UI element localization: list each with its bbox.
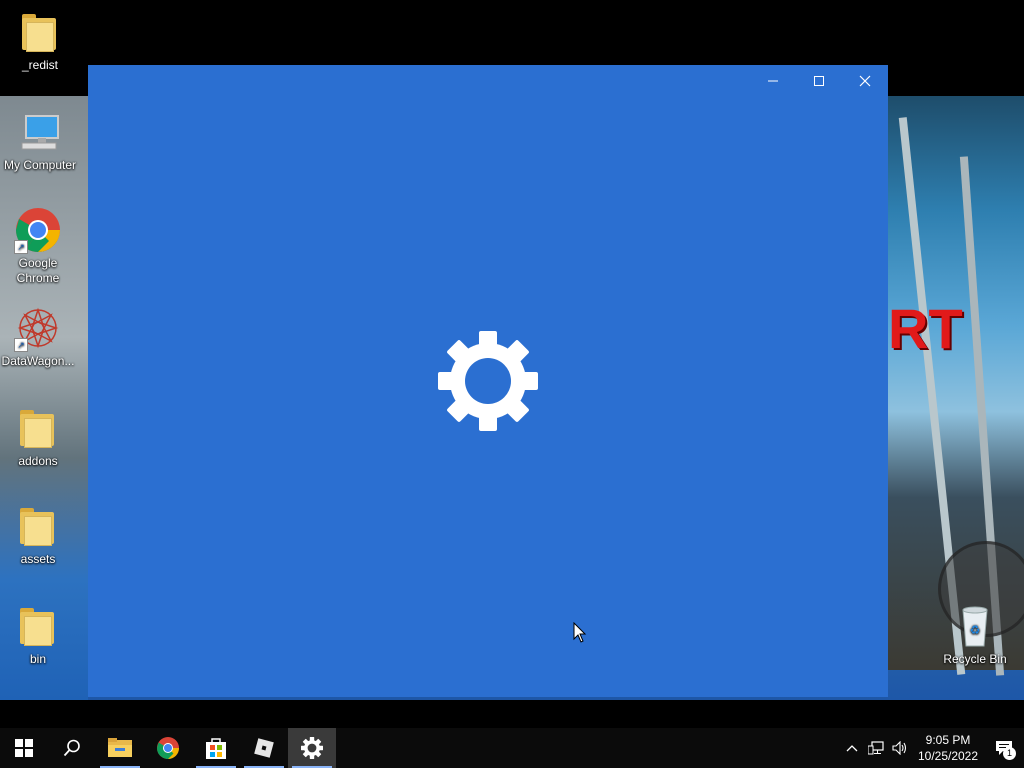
svg-text:♻: ♻ (970, 623, 981, 637)
close-button[interactable] (842, 65, 888, 97)
window-controls (750, 65, 888, 97)
maximize-icon (814, 76, 824, 86)
shortcut-arrow-icon: ↗ (14, 338, 28, 352)
start-button[interactable] (0, 728, 48, 768)
desktop-icon-datawagon[interactable]: ↗ DataWagon... (0, 304, 78, 369)
folder-icon (14, 502, 62, 550)
desktop-icon-label: DataWagon... (1, 354, 75, 368)
folder-icon (14, 602, 62, 650)
taskbar-file-explorer[interactable] (96, 728, 144, 768)
desktop-icon-redist[interactable]: _redist (0, 8, 80, 73)
wallpaper-right-strip: RT (888, 96, 1024, 676)
folder-icon (108, 738, 132, 757)
clock-time: 9:05 PM (925, 733, 971, 747)
network-icon (868, 741, 884, 755)
taskbar-chrome[interactable] (144, 728, 192, 768)
desktop-icon-label: assets (20, 552, 56, 566)
taskbar-roblox[interactable] (240, 728, 288, 768)
store-icon (206, 738, 226, 759)
shortcut-arrow-icon: ↗ (14, 240, 28, 254)
desktop-icon-label: My Computer (3, 158, 77, 172)
taskbar-clock[interactable]: 9:05 PM 10/25/2022 (912, 732, 984, 764)
search-icon (63, 739, 80, 757)
desktop-icon-label: _redist (21, 58, 59, 72)
notification-count-badge: 1 (1003, 747, 1016, 760)
desktop-icon-my-computer[interactable]: My Computer (0, 108, 80, 173)
system-tray: 9:05 PM 10/25/2022 1 (840, 728, 1024, 768)
gear-icon (301, 737, 323, 759)
desktop-icon-bin[interactable]: bin (0, 602, 78, 667)
chrome-icon: ↗ (14, 206, 62, 254)
taskbar: 9:05 PM 10/25/2022 1 (0, 728, 1024, 768)
volume-button[interactable] (888, 728, 912, 768)
recycle-bin-icon: ♻ (951, 602, 999, 650)
desktop-icon-addons[interactable]: addons (0, 404, 78, 469)
folder-icon (16, 8, 64, 56)
taskbar-settings[interactable] (288, 728, 336, 768)
datawagon-icon: ↗ (14, 304, 62, 352)
taskbar-store[interactable] (192, 728, 240, 768)
desktop-icon-label: Recycle Bin (943, 652, 1007, 666)
folder-icon (14, 404, 62, 452)
windows-logo-icon (15, 739, 33, 757)
close-icon (859, 75, 871, 87)
minimize-button[interactable] (750, 65, 796, 97)
computer-icon (16, 108, 64, 156)
settings-window[interactable] (88, 65, 888, 697)
clock-date: 10/25/2022 (917, 749, 979, 763)
network-button[interactable] (864, 728, 888, 768)
mouse-cursor-icon (573, 622, 587, 643)
desktop-icon-label: bin (29, 652, 46, 666)
speaker-icon (892, 741, 907, 755)
show-hidden-icons-button[interactable] (840, 728, 864, 768)
desktop-icon-recycle-bin[interactable]: ♻ Recycle Bin (935, 602, 1015, 667)
gear-icon (438, 331, 538, 431)
desktop-icon-label: Google Chrome (16, 256, 60, 285)
desktop-icon-label: addons (18, 454, 58, 468)
search-button[interactable] (48, 728, 96, 768)
maximize-button[interactable] (796, 65, 842, 97)
roblox-icon (254, 738, 274, 758)
wallpaper-text: RT (888, 297, 963, 360)
desktop-icon-google-chrome[interactable]: ↗ Google Chrome (0, 206, 78, 286)
action-center-button[interactable]: 1 (984, 728, 1024, 768)
desktop-icon-assets[interactable]: assets (0, 502, 78, 567)
chrome-icon (157, 737, 179, 759)
minimize-icon (768, 80, 778, 82)
chevron-up-icon (846, 745, 858, 752)
